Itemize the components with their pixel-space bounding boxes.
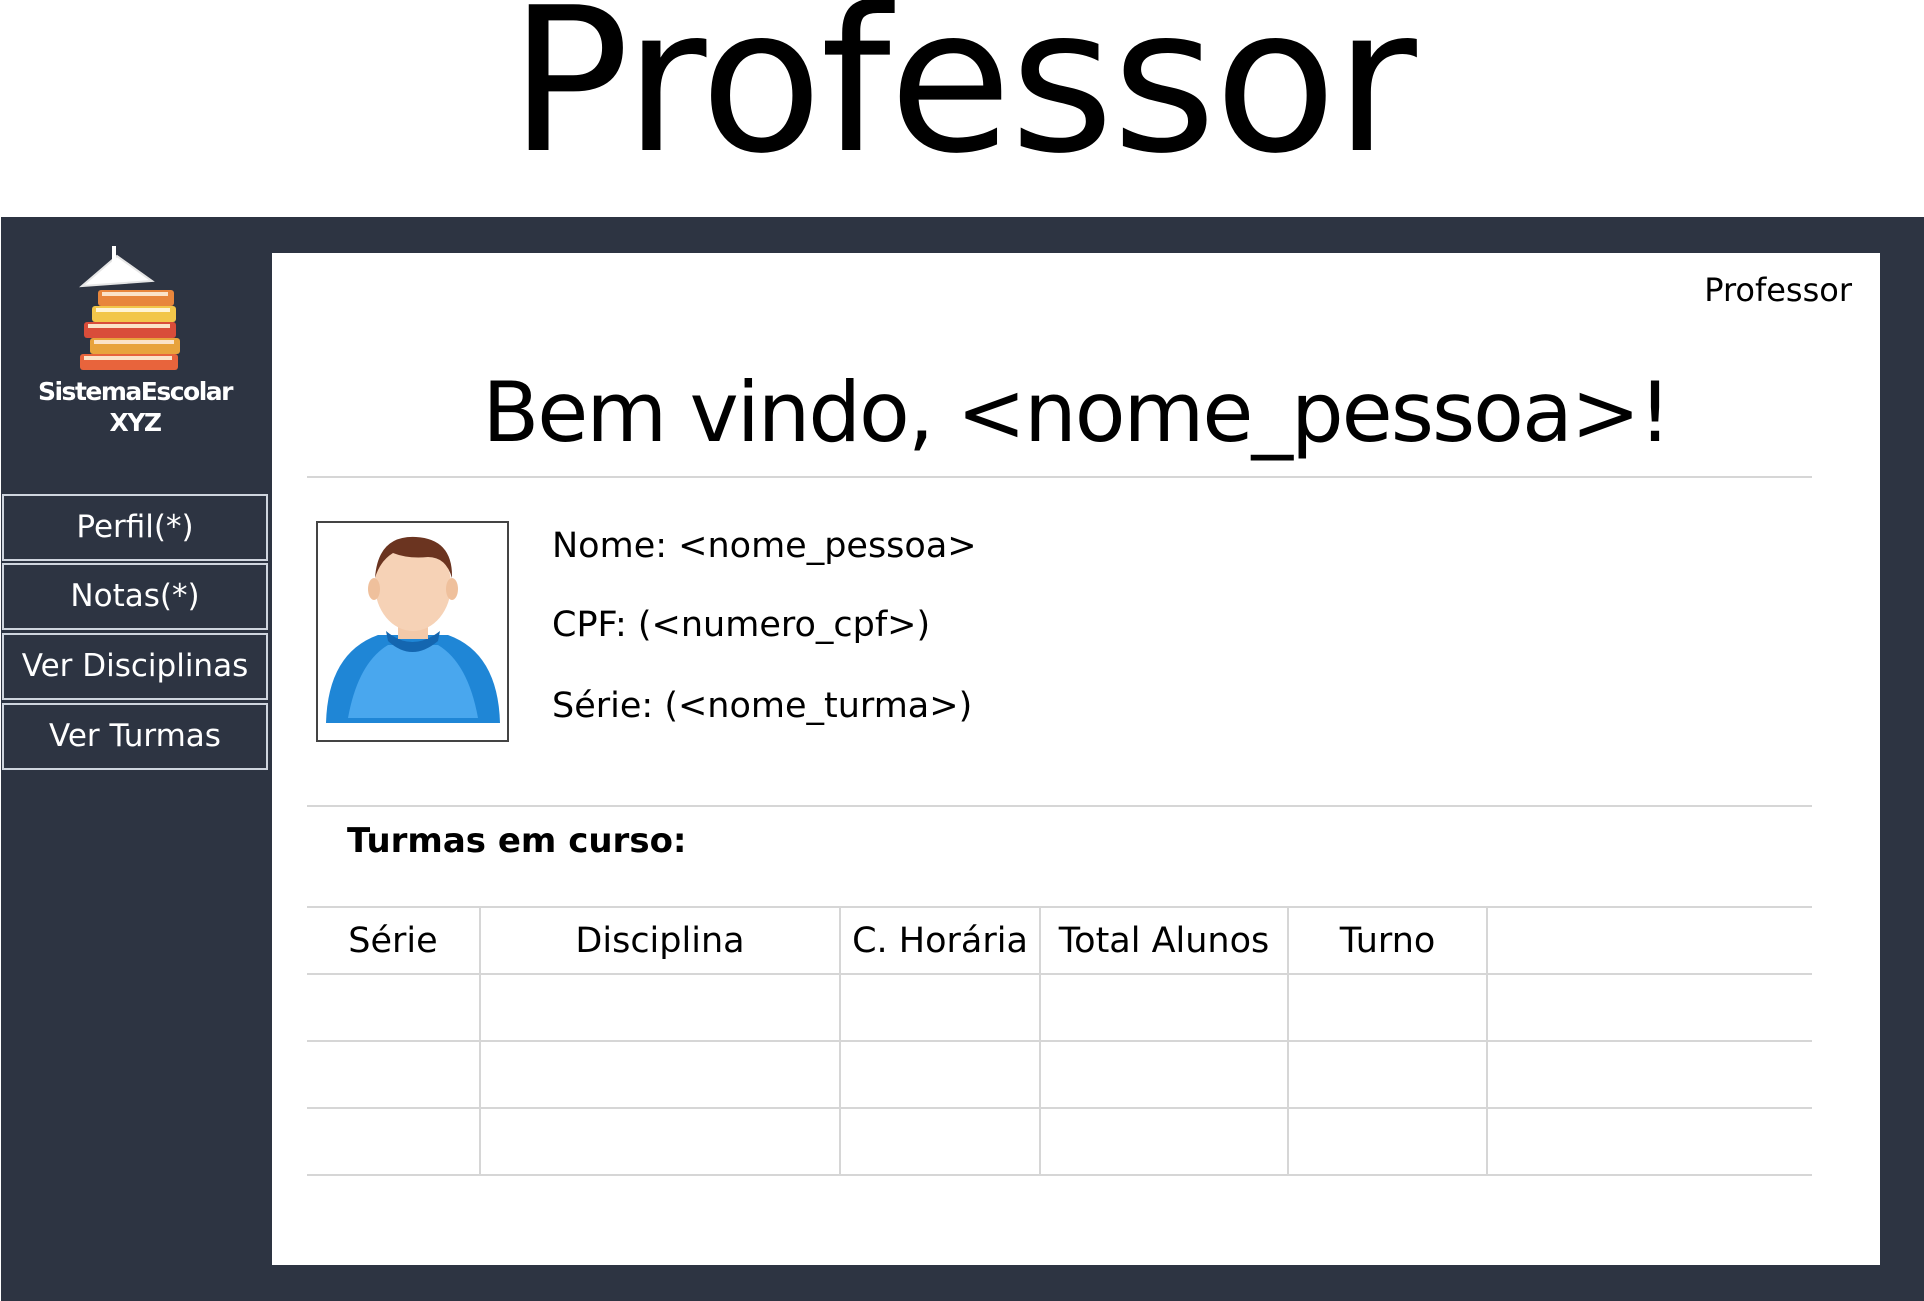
table-cell [1287, 1107, 1488, 1176]
table-cell [1486, 1040, 1812, 1109]
table-cell [479, 973, 841, 1042]
classes-table: Série Disciplina C. Horária Total Alunos… [307, 906, 1812, 1176]
page-heading: Professor [509, 0, 1417, 198]
column-header-disciplina: Disciplina [479, 906, 841, 975]
serie-field: Série: (<nome_turma>) [552, 686, 973, 726]
column-header-extra [1486, 906, 1812, 975]
nav-item-ver-turmas[interactable]: Ver Turmas [2, 703, 268, 770]
table-row [307, 973, 1812, 1042]
nav-item-perfil[interactable]: Perfil(*) [2, 494, 268, 561]
table-cell [307, 973, 481, 1042]
user-avatar-icon [316, 521, 509, 742]
table-cell [1039, 1040, 1289, 1109]
table-cell [1287, 973, 1488, 1042]
table-cell [307, 1107, 481, 1176]
column-header-turno: Turno [1287, 906, 1488, 975]
role-label: Professor [1704, 271, 1852, 309]
main-panel: Professor Bem vindo, <nome_pessoa>! Nome… [272, 253, 1880, 1265]
table-cell [839, 973, 1041, 1042]
cpf-field: CPF: (<numero_cpf>) [552, 605, 931, 645]
table-cell [1039, 1107, 1289, 1176]
table-row [307, 1107, 1812, 1176]
table-row [307, 1040, 1812, 1109]
table-cell [479, 1040, 841, 1109]
table-cell [1486, 973, 1812, 1042]
table-cell [1486, 1107, 1812, 1176]
divider [307, 476, 1812, 478]
table-cell [1287, 1040, 1488, 1109]
table-cell [479, 1107, 841, 1176]
table-cell [1039, 973, 1289, 1042]
nav-item-notas[interactable]: Notas(*) [2, 563, 268, 630]
brand-name: SistemaEscolar XYZ [20, 376, 250, 438]
nome-field: Nome: <nome_pessoa> [552, 526, 977, 566]
brand-line-2: XYZ [109, 408, 162, 437]
section-title: Turmas em curso: [347, 821, 687, 861]
table-cell [839, 1040, 1041, 1109]
column-header-carga-horaria: C. Horária [839, 906, 1041, 975]
welcome-title: Bem vindo, <nome_pessoa>! [482, 364, 1671, 461]
table-header-row: Série Disciplina C. Horária Total Alunos… [307, 906, 1812, 975]
books-stack-icon [62, 246, 192, 376]
table-cell [839, 1107, 1041, 1176]
table-cell [307, 1040, 481, 1109]
column-header-total-alunos: Total Alunos [1039, 906, 1289, 975]
nav-item-ver-disciplinas[interactable]: Ver Disciplinas [2, 633, 268, 700]
brand-line-1: SistemaEscolar [37, 377, 234, 406]
column-header-serie: Série [307, 906, 481, 975]
divider [307, 805, 1812, 807]
